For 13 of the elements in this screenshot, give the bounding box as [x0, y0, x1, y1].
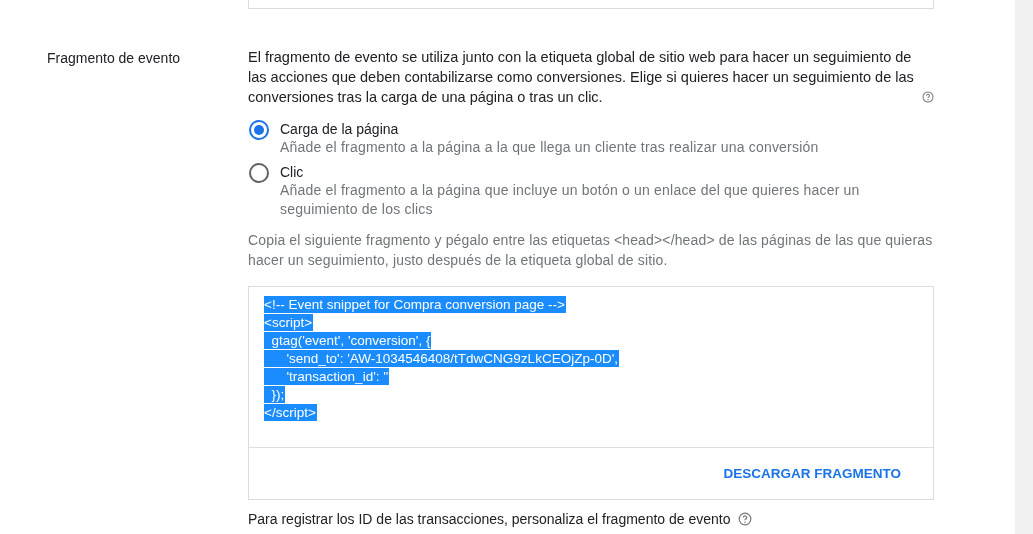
help-icon[interactable]	[738, 512, 753, 526]
option-hint: Añade el fragmento a la página a la que llega un cliente tras realizar una conversión	[280, 138, 819, 157]
footer-note: Para registrar los ID de las transacciones, personaliza el fragmento de evento	[248, 511, 731, 527]
description-text: El fragmento de evento se utiliza junto con la etiqueta global de sitio web para hacer un seguimiento de las acciones que deben contabilizarse como conversiones. Elige si quieres hacer un seguimiento de las conversiones tras la carga de una página o tras un clic.	[248, 48, 915, 107]
option-hint: Añade el fragmento a la página que incluye un botón o un enlace del que quieres hacer un seguimiento de los clics	[280, 181, 861, 219]
instructions-text: Copia el siguiente fragmento y pégalo entre las etiquetas <head></head> de las páginas de las que quieras hacer un seguimiento, justo después de la etiqueta global de sitio.	[248, 231, 934, 270]
option-label: Clic	[280, 163, 305, 181]
option-label: Carga de la página	[280, 120, 400, 138]
download-button[interactable]: DESCARGAR FRAGMENTO	[723, 462, 901, 485]
help-icon[interactable]	[922, 90, 934, 104]
radio-button[interactable]	[249, 120, 269, 140]
section-label: Fragmento de evento	[47, 50, 181, 66]
radio-button[interactable]	[249, 163, 269, 183]
